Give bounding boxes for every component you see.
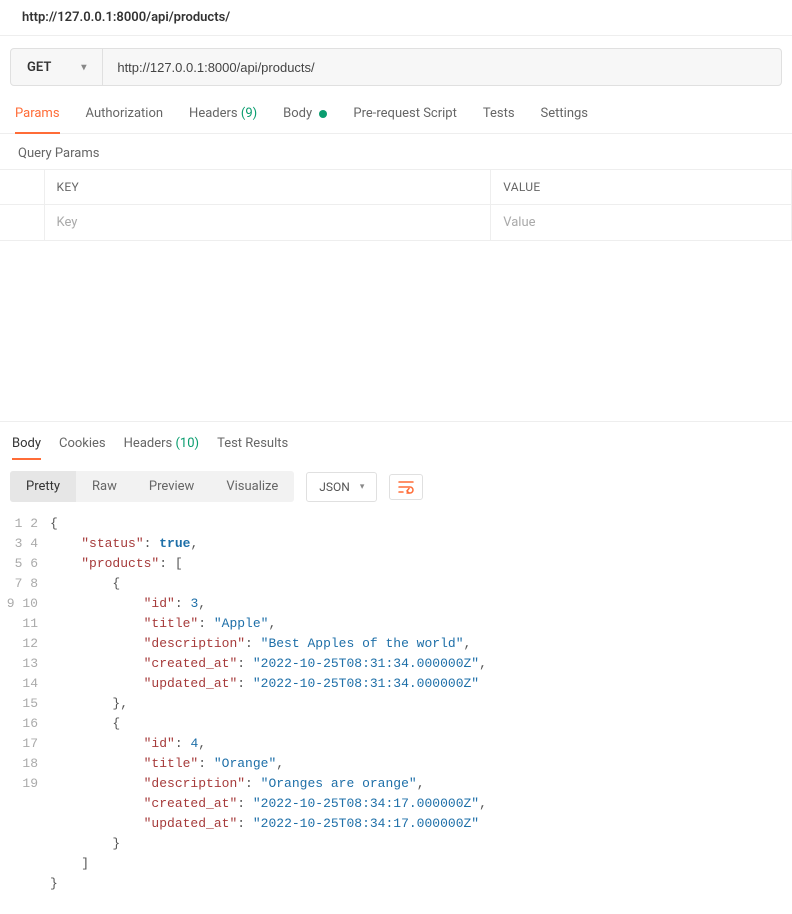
wrap-lines-button[interactable]	[389, 474, 423, 500]
format-select[interactable]: JSON ▾	[306, 472, 377, 502]
table-row[interactable]: Key Value	[0, 205, 792, 241]
table-header-row: KEY VALUE	[0, 170, 792, 205]
key-header: KEY	[44, 170, 491, 205]
view-raw-button[interactable]: Raw	[76, 471, 133, 502]
spacer	[0, 241, 792, 421]
response-panel: Body Cookies Headers (10) Test Results P…	[0, 421, 792, 914]
query-params-table: KEY VALUE Key Value	[0, 169, 792, 241]
tab-headers-count: (9)	[241, 106, 257, 121]
view-preview-button[interactable]: Preview	[133, 471, 210, 502]
request-tabs: Params Authorization Headers (9) Body Pr…	[0, 98, 792, 134]
tab-headers-label: Headers	[189, 106, 238, 121]
tab-body[interactable]: Body	[283, 98, 327, 129]
http-method-value: GET	[27, 60, 51, 75]
tab-body-label: Body	[283, 106, 312, 121]
view-pretty-button[interactable]: Pretty	[10, 471, 76, 502]
row-checkbox[interactable]	[0, 205, 44, 241]
response-body-code: 1 2 3 4 5 6 7 8 9 10 11 12 13 14 15 16 1…	[0, 510, 792, 914]
resp-tab-tests[interactable]: Test Results	[217, 432, 288, 455]
tab-prerequest[interactable]: Pre-request Script	[353, 98, 456, 129]
resp-tab-cookies[interactable]: Cookies	[59, 432, 106, 455]
tab-headers[interactable]: Headers (9)	[189, 98, 257, 129]
query-params-label: Query Params	[0, 134, 792, 169]
chevron-down-icon: ▾	[360, 482, 365, 492]
resp-tab-headers[interactable]: Headers (10)	[124, 432, 199, 455]
tab-authorization[interactable]: Authorization	[86, 98, 164, 129]
resp-headers-label: Headers	[124, 436, 173, 451]
tab-settings[interactable]: Settings	[541, 98, 588, 129]
wrap-icon	[398, 480, 414, 494]
http-method-select[interactable]: GET ▾	[11, 49, 103, 85]
tab-tests[interactable]: Tests	[483, 98, 515, 129]
response-toolbar: Pretty Raw Preview Visualize JSON ▾	[0, 459, 792, 510]
request-url-input[interactable]	[103, 49, 781, 85]
view-mode-group: Pretty Raw Preview Visualize	[10, 471, 294, 502]
view-visualize-button[interactable]: Visualize	[210, 471, 294, 502]
line-gutter: 1 2 3 4 5 6 7 8 9 10 11 12 13 14 15 16 1…	[0, 514, 50, 894]
code-content[interactable]: { "status": true, "products": [ { "id": …	[50, 514, 792, 894]
tab-params[interactable]: Params	[15, 98, 60, 129]
chevron-down-icon: ▾	[81, 62, 86, 73]
request-bar: GET ▾	[10, 48, 782, 86]
checkbox-header	[0, 170, 44, 205]
value-input[interactable]: Value	[491, 205, 792, 241]
value-header: VALUE	[491, 170, 792, 205]
response-tabs: Body Cookies Headers (10) Test Results	[0, 422, 792, 459]
resp-headers-count: (10)	[175, 436, 199, 451]
active-dot-icon	[319, 110, 327, 118]
request-title: http://127.0.0.1:8000/api/products/	[0, 0, 792, 36]
key-input[interactable]: Key	[44, 205, 491, 241]
format-value: JSON	[319, 480, 350, 494]
resp-tab-body[interactable]: Body	[12, 432, 41, 455]
